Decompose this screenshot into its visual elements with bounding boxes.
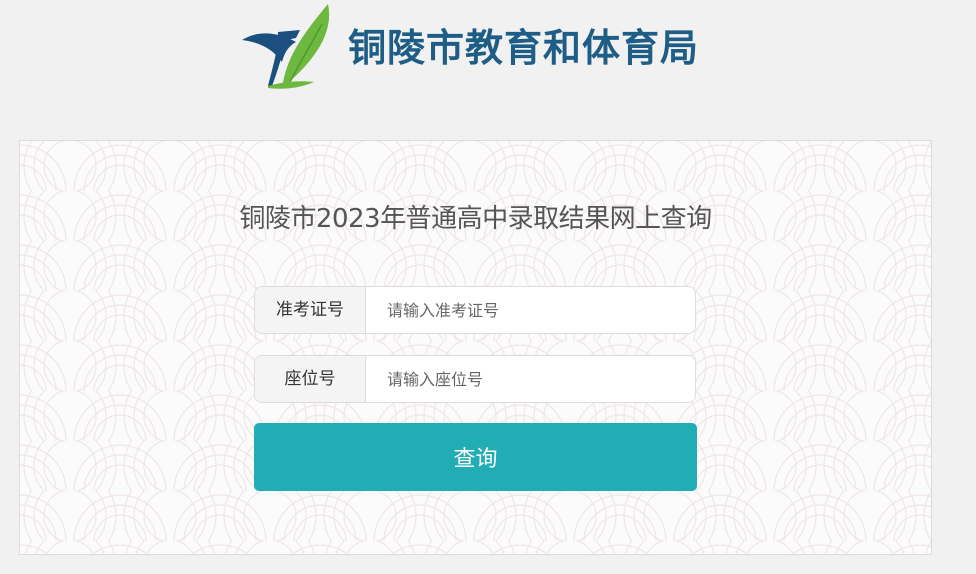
seat-number-label: 座位号 <box>255 356 366 402</box>
query-card: 铜陵市2023年普通高中录取结果网上查询 准考证号 座位号 查询 <box>19 140 932 555</box>
seat-number-input[interactable] <box>366 356 695 402</box>
exam-number-field: 准考证号 <box>254 286 696 334</box>
seat-number-field: 座位号 <box>254 355 696 403</box>
query-button[interactable]: 查询 <box>254 423 697 491</box>
exam-number-input[interactable] <box>366 287 695 333</box>
site-header: 铜陵市教育和体育局 <box>0 0 976 100</box>
exam-number-label: 准考证号 <box>255 287 366 333</box>
page-title: 铜陵市2023年普通高中录取结果网上查询 <box>239 204 712 234</box>
org-name: 铜陵市教育和体育局 <box>348 26 700 70</box>
tongling-education-logo-icon <box>242 4 330 89</box>
